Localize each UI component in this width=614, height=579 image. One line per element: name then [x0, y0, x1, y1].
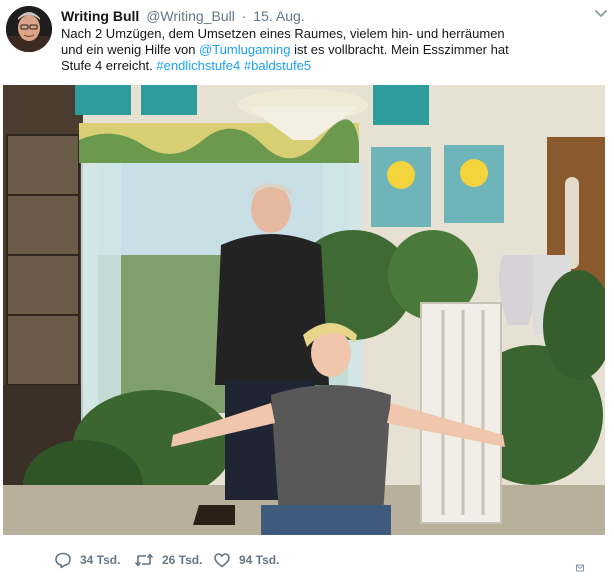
display-name[interactable]: Writing Bull	[61, 8, 139, 24]
tweet-photo[interactable]	[3, 85, 605, 535]
mention-link[interactable]: @Tumlugaming	[199, 42, 290, 57]
tweet-actions: 34 Tsd. 26 Tsd. 94 Tsd.	[0, 545, 614, 575]
hashtag-link[interactable]: #endlichstufe4	[156, 58, 240, 73]
tweet-text-segment: Stufe 4 erreicht.	[61, 58, 157, 73]
tweet-header: Writing Bull @Writing_Bull · 15. Aug.	[61, 7, 608, 25]
separator: ·	[241, 8, 247, 24]
tweet: Writing Bull @Writing_Bull · 15. Aug. Na…	[0, 0, 614, 579]
user-handle[interactable]: @Writing_Bull	[146, 8, 235, 24]
hashtag-link[interactable]: #baldstufe5	[244, 58, 311, 73]
tweet-text-line: Stufe 4 erreicht. #endlichstufe4 #baldst…	[61, 58, 591, 74]
tweet-text-segment: ist es vollbracht. Mein Esszimmer hat	[290, 42, 509, 57]
retweet-button[interactable]: 26 Tsd.	[134, 549, 202, 571]
avatar[interactable]	[6, 6, 52, 52]
retweet-icon	[134, 553, 154, 567]
like-count: 94 Tsd.	[239, 553, 280, 567]
tweet-text-line: Nach 2 Umzügen, dem Umsetzen eines Raume…	[61, 26, 505, 41]
reply-button[interactable]: 34 Tsd.	[54, 549, 120, 571]
tweet-text-segment: und ein wenig Hilfe von	[61, 42, 200, 57]
like-button[interactable]: 94 Tsd.	[213, 549, 279, 571]
heart-icon	[214, 553, 230, 568]
reply-count: 34 Tsd.	[80, 553, 121, 567]
retweet-count: 26 Tsd.	[162, 553, 203, 567]
chevron-down-icon[interactable]	[594, 9, 608, 19]
tweet-text: Nach 2 Umzügen, dem Umsetzen eines Raume…	[61, 26, 591, 74]
tweet-text-line: und ein wenig Hilfe von @Tumlugaming ist…	[61, 42, 591, 58]
tweet-date[interactable]: 15. Aug.	[253, 8, 304, 24]
direct-message-icon[interactable]	[576, 564, 584, 572]
reply-icon	[55, 552, 71, 569]
